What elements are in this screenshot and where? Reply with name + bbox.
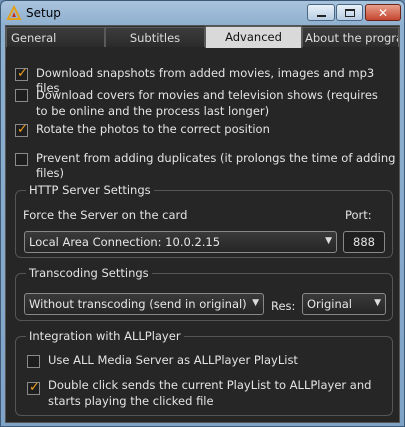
tab-about-the-program[interactable]: About the program: [302, 27, 399, 47]
use-media-server-checkbox[interactable]: [27, 355, 40, 368]
selected-resolution: Original: [307, 297, 353, 311]
http-server-group: HTTP Server Settings Force the Server on…: [15, 183, 393, 258]
selected-connection: Local Area Connection: 10.0.2.15: [29, 235, 221, 249]
option-label: Download covers for movies and televisio…: [36, 88, 378, 118]
resolution-select[interactable]: Original ▼: [302, 293, 386, 315]
tab-advanced[interactable]: Advanced: [205, 26, 302, 48]
port-input[interactable]: 888: [343, 231, 385, 253]
minimize-button[interactable]: [307, 4, 335, 21]
double-click-send-checkbox[interactable]: ✓: [27, 380, 40, 395]
group-title: Integration with ALLPlayer: [26, 329, 184, 343]
res-label: Res:: [271, 299, 296, 313]
setup-content: General Subtitles Advanced About the pro…: [5, 25, 400, 423]
app-logo-icon: [6, 5, 22, 20]
maximize-button[interactable]: [336, 4, 363, 21]
chevron-down-icon: ▼: [252, 298, 259, 308]
prevent-duplicates-checkbox[interactable]: [15, 153, 28, 166]
option-label: Use ALL Media Server as ALLPlayer PlayLi…: [48, 353, 298, 367]
option-prevent-duplicates[interactable]: Prevent from adding duplicates (it prolo…: [15, 151, 399, 181]
checkmark-icon: ✓: [17, 122, 28, 137]
close-button[interactable]: ✕: [365, 4, 401, 21]
download-covers-checkbox[interactable]: [15, 89, 28, 102]
setup-window: Setup ✕ General Subtitles Advanced About…: [0, 0, 405, 427]
tab-general[interactable]: General: [6, 27, 105, 47]
transcoding-mode-select[interactable]: Without transcoding (send in original) ▼: [24, 293, 264, 315]
force-server-label: Force the Server on the card: [23, 208, 188, 222]
option-label: Rotate the photos to the correct positio…: [36, 122, 270, 136]
option-download-covers[interactable]: Download covers for movies and televisio…: [15, 87, 390, 119]
option-use-media-server[interactable]: Use ALL Media Server as ALLPlayer PlayLi…: [27, 353, 298, 368]
rotate-photos-checkbox[interactable]: ✓: [15, 122, 28, 137]
network-card-select[interactable]: Local Area Connection: 10.0.2.15 ▼: [24, 231, 337, 253]
option-label: Prevent from adding duplicates (it prolo…: [36, 151, 396, 180]
minimize-icon: [316, 14, 326, 17]
option-label: Double click sends the current PlayList …: [48, 378, 372, 408]
group-title: HTTP Server Settings: [26, 183, 154, 197]
checkmark-icon: ✓: [29, 380, 40, 395]
allplayer-integration-group: Integration with ALLPlayer Use ALL Media…: [15, 329, 393, 416]
transcoding-group: Transcoding Settings Without transcoding…: [15, 266, 393, 321]
close-icon: ✕: [377, 5, 389, 20]
group-title: Transcoding Settings: [26, 266, 152, 280]
window-title: Setup: [26, 6, 61, 20]
title-bar[interactable]: Setup ✕: [1, 1, 404, 26]
selected-transcoding: Without transcoding (send in original): [29, 297, 247, 311]
option-rotate-photos[interactable]: ✓ Rotate the photos to the correct posit…: [15, 122, 270, 137]
option-double-click-send[interactable]: ✓ Double click sends the current PlayLis…: [27, 377, 377, 409]
tab-subtitles[interactable]: Subtitles: [105, 27, 205, 47]
maximize-icon: [344, 8, 355, 17]
chevron-down-icon: ▼: [374, 298, 381, 308]
chevron-down-icon: ▼: [325, 236, 332, 246]
download-snapshots-checkbox[interactable]: ✓: [15, 66, 28, 81]
port-label: Port:: [345, 208, 372, 222]
tab-bar: General Subtitles Advanced About the pro…: [6, 26, 399, 48]
checkmark-icon: ✓: [17, 66, 28, 81]
